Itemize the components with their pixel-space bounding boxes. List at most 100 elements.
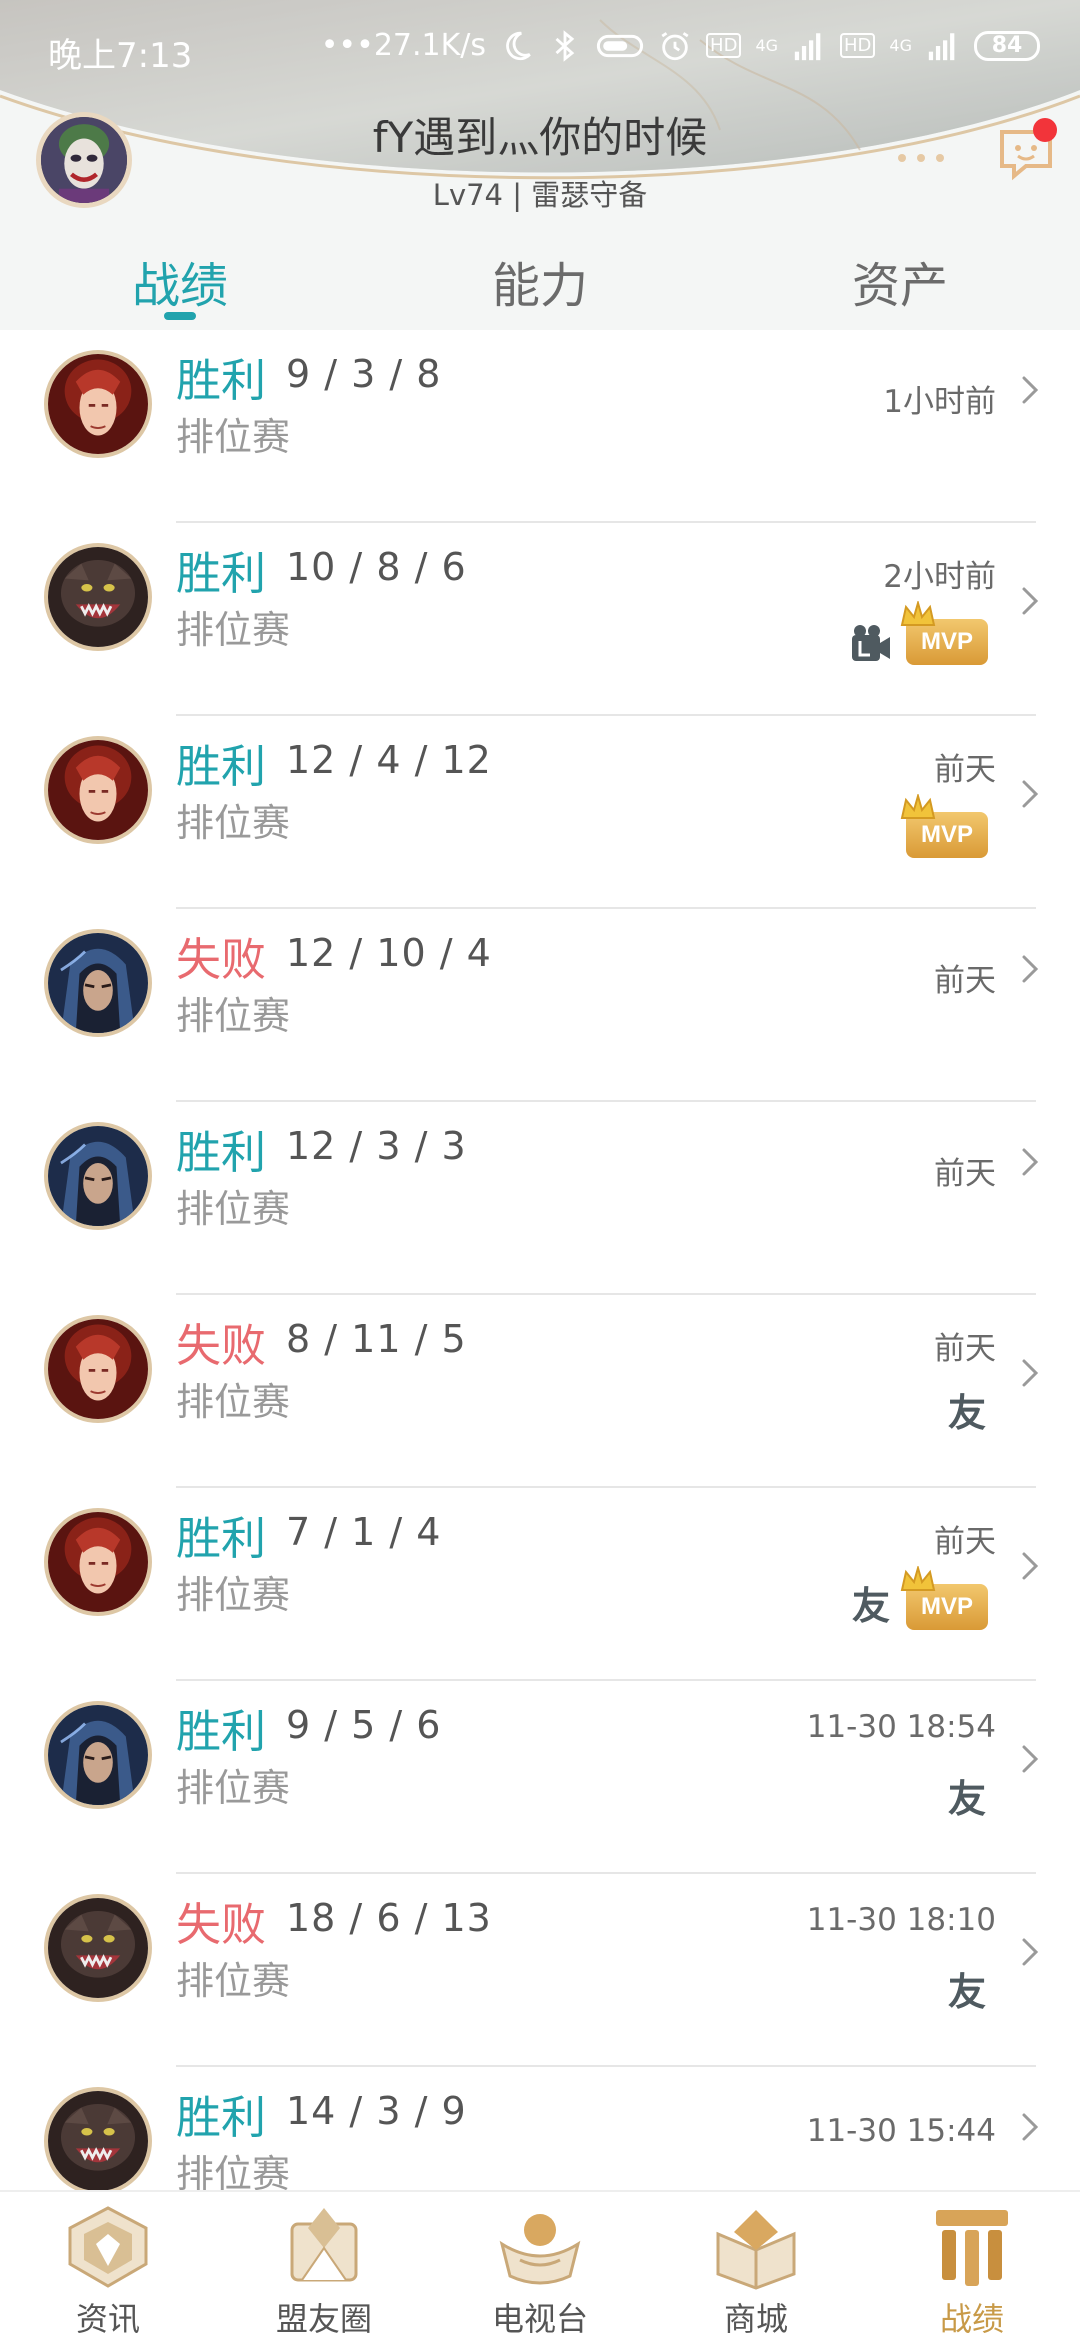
signal-icon-2: [928, 32, 955, 60]
chevron-right-icon[interactable]: [1020, 374, 1040, 406]
chevron-right-icon[interactable]: [1020, 1550, 1040, 1582]
record-icon: [926, 2204, 1018, 2290]
chevron-right-icon[interactable]: [1020, 585, 1040, 617]
match-badges: MVP: [900, 792, 988, 858]
match-result: 胜利: [176, 547, 267, 600]
match-time: 11-30 18:10: [806, 1902, 996, 1938]
net-speed: •••27.1K/s: [320, 28, 487, 63]
video-replay-icon[interactable]: [850, 623, 892, 665]
crown-icon: [900, 599, 936, 627]
match-row[interactable]: 胜利 12 / 4 / 12 排位赛 前天 MVP: [0, 716, 1080, 909]
chevron-right-icon[interactable]: [1020, 1743, 1040, 1775]
nav-label: 盟友圈: [275, 2300, 372, 2338]
match-result: 胜利: [176, 2091, 267, 2144]
match-mode: 排位赛: [176, 1573, 291, 1617]
match-result: 胜利: [176, 354, 267, 407]
profile-header: 晚上7:13 •••27.1K/s HD 4G HD 4G 84 fY遇到灬你的: [0, 0, 1080, 330]
match-result: 失败: [176, 1898, 267, 1951]
ally-circle-icon: [278, 2204, 370, 2290]
match-mode: 排位赛: [176, 994, 291, 1038]
mvp-badge: MVP: [900, 792, 988, 858]
match-row[interactable]: 胜利 9 / 3 / 8 排位赛 1小时前: [0, 330, 1080, 523]
nav-label: 资讯: [75, 2300, 140, 2338]
status-time: 晚上7:13: [48, 36, 193, 76]
match-mode: 排位赛: [176, 608, 291, 652]
alarm-icon: [661, 31, 689, 60]
match-kda: 18 / 6 / 13: [286, 1896, 492, 1940]
friend-badge: 友: [851, 1584, 890, 1628]
match-row[interactable]: 胜利 10 / 8 / 6 排位赛 2小时前 MVP: [0, 523, 1080, 716]
match-row[interactable]: 失败 18 / 6 / 13 排位赛 11-30 18:10 友: [0, 1874, 1080, 2067]
match-badges: 友: [946, 1767, 988, 1823]
hero-avatar: [44, 1508, 152, 1616]
bluetooth-icon: [555, 29, 575, 62]
match-time: 1小时前: [883, 384, 996, 420]
match-badges: 友 MVP: [850, 1564, 988, 1630]
news-icon: [62, 2204, 154, 2290]
chevron-right-icon[interactable]: [1020, 953, 1040, 985]
match-badges: MVP: [850, 599, 988, 665]
match-result: 胜利: [176, 740, 267, 793]
nav-item-tv[interactable]: 电视台: [432, 2192, 648, 2340]
crown-icon: [900, 1564, 936, 1592]
match-kda: 14 / 3 / 9: [286, 2089, 467, 2133]
match-kda: 10 / 8 / 6: [286, 545, 467, 589]
match-time: 前天: [934, 963, 996, 999]
nav-item-ally-circle[interactable]: 盟友圈: [216, 2192, 432, 2340]
nav-label: 战绩: [939, 2300, 1004, 2338]
match-mode: 排位赛: [176, 801, 291, 845]
bottom-nav: 资讯 盟友圈 电视台 商城 战绩: [0, 2190, 1080, 2340]
signal-label: 4G: [755, 36, 779, 55]
tab-assets[interactable]: 资产: [720, 246, 1080, 316]
tab-records[interactable]: 战绩: [0, 246, 360, 316]
match-badges: 友: [946, 1381, 988, 1437]
match-kda: 12 / 4 / 12: [286, 738, 492, 782]
match-row[interactable]: 胜利 7 / 1 / 4 排位赛 前天友 MVP: [0, 1488, 1080, 1681]
match-time: 前天: [934, 752, 996, 788]
chevron-right-icon[interactable]: [1020, 1936, 1040, 1968]
match-row[interactable]: 失败 8 / 11 / 5 排位赛 前天友: [0, 1295, 1080, 1488]
mvp-label: MVP: [920, 821, 973, 848]
match-row[interactable]: 胜利 12 / 3 / 3 排位赛 前天: [0, 1102, 1080, 1295]
match-mode: 排位赛: [176, 2152, 291, 2190]
hero-avatar: [44, 1122, 152, 1230]
friend-badge: 友: [947, 1391, 986, 1435]
match-result: 失败: [176, 933, 267, 986]
friend-badge: 友: [947, 1777, 986, 1821]
signal-label-2: 4G: [889, 36, 912, 55]
more-dots-icon[interactable]: [894, 150, 948, 166]
tab-ability[interactable]: 能力: [360, 246, 720, 316]
mvp-label: MVP: [920, 1593, 973, 1620]
match-time: 2小时前: [883, 559, 996, 595]
tab-indicator: [164, 312, 196, 320]
store-icon: [710, 2204, 802, 2290]
toggle-icon: [596, 34, 644, 57]
match-mode: 排位赛: [176, 1766, 291, 1810]
notification-dot: [1033, 118, 1057, 142]
match-row[interactable]: 胜利 9 / 5 / 6 排位赛 11-30 18:54 友: [0, 1681, 1080, 1874]
tv-icon: [494, 2204, 586, 2290]
match-mode: 排位赛: [176, 1959, 291, 2003]
nav-item-record[interactable]: 战绩: [864, 2192, 1080, 2340]
match-list[interactable]: 胜利 9 / 3 / 8 排位赛 1小时前 胜利 10 / 8 / 6 排位赛 2小时前 MVP…: [0, 330, 1080, 2190]
chevron-right-icon[interactable]: [1020, 1357, 1040, 1389]
chevron-right-icon[interactable]: [1020, 2111, 1040, 2143]
nav-label: 电视台: [491, 2300, 588, 2338]
nav-item-news[interactable]: 资讯: [0, 2192, 216, 2340]
mvp-badge: MVP: [900, 599, 988, 665]
chevron-right-icon[interactable]: [1020, 778, 1040, 810]
hero-avatar: [44, 350, 152, 458]
status-icons: •••27.1K/s HD 4G HD 4G 84: [321, 28, 1040, 63]
match-row[interactable]: 失败 12 / 10 / 4 排位赛 前天: [0, 909, 1080, 1102]
mvp-badge: MVP: [900, 1564, 988, 1630]
hero-avatar: [44, 1701, 152, 1809]
match-row[interactable]: 胜利 14 / 3 / 9 排位赛 11-30 15:44: [0, 2067, 1080, 2190]
chevron-right-icon[interactable]: [1020, 1146, 1040, 1178]
status-bar: 晚上7:13 •••27.1K/s HD 4G HD 4G 84: [0, 0, 1080, 96]
hero-avatar: [44, 1315, 152, 1423]
hero-avatar: [44, 2087, 152, 2190]
match-kda: 9 / 3 / 8: [286, 352, 442, 396]
nav-item-store[interactable]: 商城: [648, 2192, 864, 2340]
match-kda: 12 / 3 / 3: [286, 1124, 467, 1168]
signal-icon: [794, 32, 821, 60]
